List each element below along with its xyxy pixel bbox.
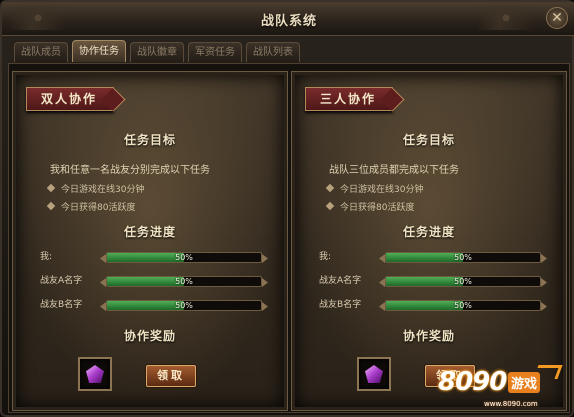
goal-item: 今日游戏在线30分钟 xyxy=(46,182,145,195)
bar-cap-right xyxy=(262,278,268,287)
reward-title: 协作奖励 xyxy=(402,329,455,343)
progress-value: 50% xyxy=(175,301,193,310)
goal-text: 今日游戏在线30分钟 xyxy=(61,185,145,195)
duo-coop-panel: 双人协作 任务目标 我和任意一名战友分别完成以下任务 今日游戏在线30分钟 今日… xyxy=(12,71,288,411)
goal-text: 今日获得80活跃度 xyxy=(61,203,136,213)
content-area: 双人协作 任务目标 我和任意一名战友分别完成以下任务 今日游戏在线30分钟 今日… xyxy=(8,63,570,413)
progress-bar: 50% xyxy=(379,276,547,287)
progress-label: 战友A名字 xyxy=(40,276,83,286)
progress-value: 50% xyxy=(454,253,472,262)
progress-row: 战友B名字 50% xyxy=(40,298,270,312)
title-bar[interactable]: 战队系统 ✕ xyxy=(2,2,574,36)
tab-supply-tasks[interactable]: 军资任务 xyxy=(188,42,242,62)
diamond-bullet-icon xyxy=(325,183,335,193)
goal-description: 战队三位成员都完成以下任务 xyxy=(329,165,459,176)
progress-value: 50% xyxy=(454,277,472,286)
claim-button[interactable]: 领取 xyxy=(146,365,196,387)
progress-row: 我: 50% xyxy=(40,250,270,264)
bar-cap-left xyxy=(100,254,106,263)
progress-label: 战友B名字 xyxy=(40,300,83,310)
progress-bar: 50% xyxy=(100,252,268,263)
diamond-bullet-icon xyxy=(46,201,56,211)
tab-bar: 战队成员 协作任务 战队徽章 军资任务 战队列表 xyxy=(14,40,300,64)
game-window: 战队系统 ✕ 战队成员 协作任务 战队徽章 军资任务 战队列表 双人协作 任务目… xyxy=(0,0,574,417)
bar-cap-right xyxy=(262,302,268,311)
tab-coop-tasks[interactable]: 协作任务 xyxy=(72,40,126,62)
goal-item: 今日游戏在线30分钟 xyxy=(325,182,424,195)
diamond-bullet-icon xyxy=(325,201,335,211)
bar-cap-right xyxy=(262,254,268,263)
panel-ribbon: 三人协作 xyxy=(305,87,393,111)
bar-cap-left xyxy=(379,278,385,287)
progress-value: 50% xyxy=(175,253,193,262)
reward-slot[interactable] xyxy=(78,357,112,391)
tab-team-members[interactable]: 战队成员 xyxy=(14,42,68,62)
tab-team-list[interactable]: 战队列表 xyxy=(246,42,300,62)
bar-cap-right xyxy=(541,302,547,311)
trio-coop-panel: 三人协作 任务目标 战队三位成员都完成以下任务 今日游戏在线30分钟 今日获得8… xyxy=(291,71,567,411)
progress-label: 战友A名字 xyxy=(319,276,362,286)
tab-team-badge[interactable]: 战队徽章 xyxy=(130,42,184,62)
bar-cap-left xyxy=(100,278,106,287)
progress-bar: 50% xyxy=(379,300,547,311)
progress-bar: 50% xyxy=(379,252,547,263)
watermark-number: 8090 xyxy=(438,367,507,397)
panel-ribbon: 双人协作 xyxy=(26,87,114,111)
bar-cap-left xyxy=(379,254,385,263)
watermark-url: www.8090.com xyxy=(484,400,538,408)
purple-gem-icon xyxy=(365,365,383,383)
bar-cap-left xyxy=(379,302,385,311)
progress-row: 我: 50% xyxy=(319,250,549,264)
progress-label: 战友B名字 xyxy=(319,300,362,310)
progress-value: 50% xyxy=(454,301,472,310)
site-watermark-logo: 8090 游戏 www.8090.com xyxy=(436,363,566,413)
progress-row: 战友A名字 50% xyxy=(319,274,549,288)
goal-item: 今日获得80活跃度 xyxy=(325,200,415,213)
goal-text: 今日获得80活跃度 xyxy=(340,203,415,213)
purple-gem-icon xyxy=(86,365,104,383)
bar-cap-right xyxy=(541,254,547,263)
bar-cap-left xyxy=(100,302,106,311)
goal-title: 任务目标 xyxy=(123,133,176,147)
bar-cap-right xyxy=(541,278,547,287)
goal-text: 今日游戏在线30分钟 xyxy=(340,185,424,195)
reward-slot[interactable] xyxy=(357,357,391,391)
goal-description: 我和任意一名战友分别完成以下任务 xyxy=(50,165,210,176)
diamond-bullet-icon xyxy=(46,183,56,193)
window-title: 战队系统 xyxy=(260,14,317,29)
goal-item: 今日获得80活跃度 xyxy=(46,200,136,213)
progress-title: 任务进度 xyxy=(123,225,176,239)
close-button[interactable]: ✕ xyxy=(546,7,568,29)
progress-row: 战友B名字 50% xyxy=(319,298,549,312)
watermark-brand: 游戏 xyxy=(508,372,541,393)
progress-label: 我: xyxy=(319,252,332,262)
progress-title: 任务进度 xyxy=(402,225,455,239)
progress-value: 50% xyxy=(175,277,193,286)
reward-title: 协作奖励 xyxy=(123,329,176,343)
progress-row: 战友A名字 50% xyxy=(40,274,270,288)
progress-label: 我: xyxy=(40,252,53,262)
progress-bar: 50% xyxy=(100,300,268,311)
goal-title: 任务目标 xyxy=(402,133,455,147)
progress-bar: 50% xyxy=(100,276,268,287)
close-icon: ✕ xyxy=(551,10,563,26)
